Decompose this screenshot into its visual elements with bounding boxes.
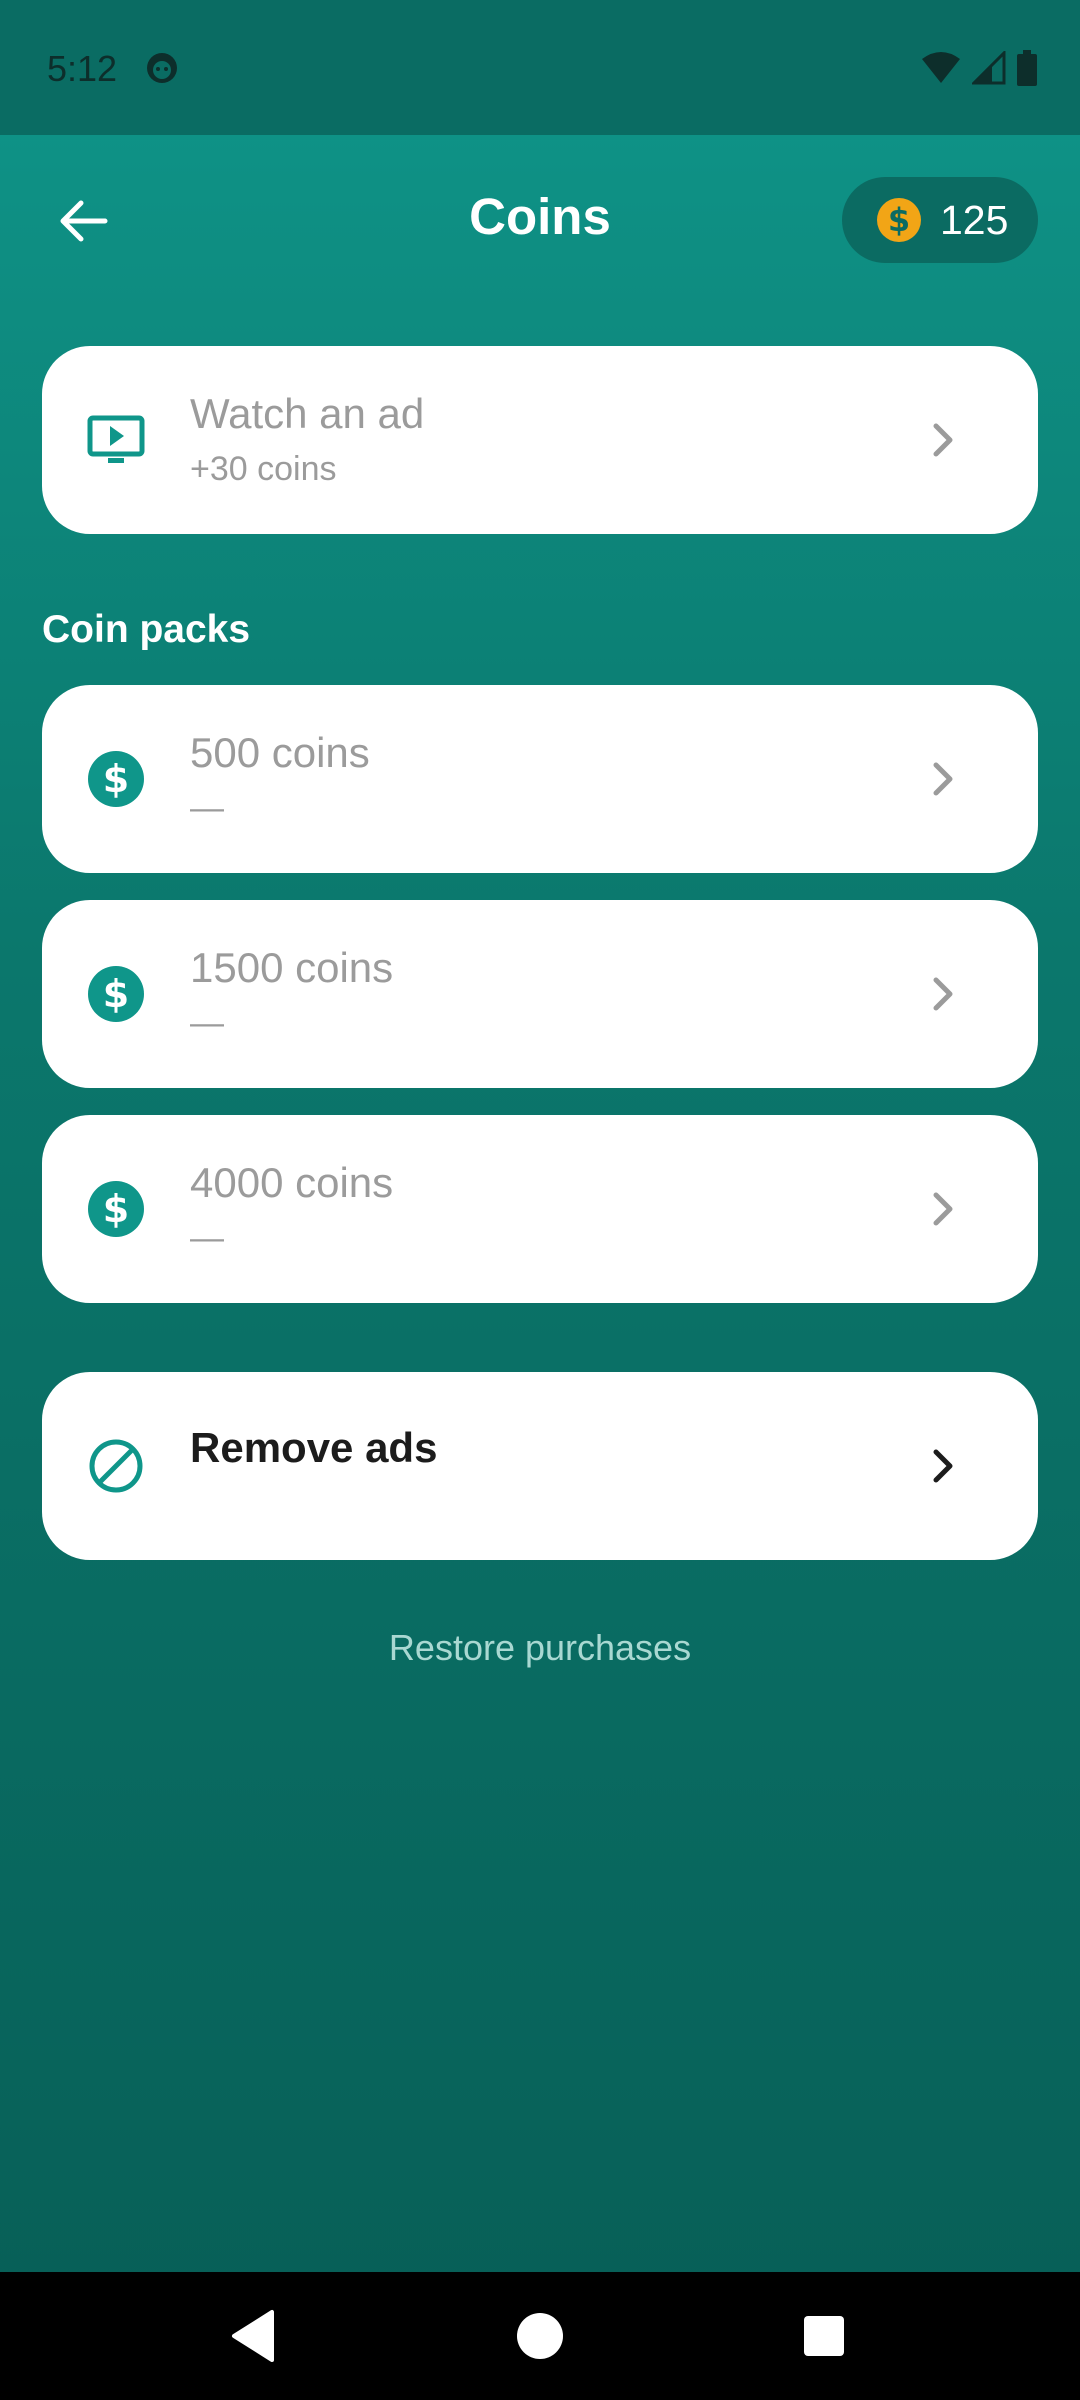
- remove-ads-card[interactable]: Remove ads: [42, 1372, 1038, 1560]
- watch-ad-card[interactable]: Watch an ad +30 coins: [42, 346, 1038, 534]
- nav-home-icon[interactable]: [508, 2304, 572, 2368]
- watch-ad-title: Watch an ad: [190, 390, 425, 437]
- coin-pack-500[interactable]: $ 500 coins —: [42, 685, 1038, 873]
- svg-text:$: $: [103, 972, 129, 1016]
- pack-price: —: [190, 789, 224, 827]
- app-bar: Coins $ 125: [0, 135, 1080, 305]
- dollar-coin-icon: $: [88, 966, 144, 1022]
- battery-icon: [1017, 50, 1037, 86]
- coin-packs-heading: Coin packs: [42, 608, 251, 651]
- chevron-right-icon: [933, 1449, 953, 1483]
- status-icons: [915, 50, 1038, 86]
- coin-balance-value: 125: [940, 196, 1009, 243]
- wifi-icon: [922, 52, 961, 83]
- system-nav-bar: [0, 2272, 1080, 2400]
- pack-title: 500 coins: [190, 729, 370, 776]
- status-time: 5:12: [47, 48, 118, 89]
- dollar-coin-icon: $: [877, 198, 921, 242]
- dollar-coin-icon: $: [88, 1181, 144, 1237]
- block-icon: [89, 1439, 143, 1493]
- chevron-right-icon: [933, 762, 953, 796]
- tv-play-icon: [87, 415, 145, 463]
- coin-pack-4000[interactable]: $ 4000 coins —: [42, 1115, 1038, 1303]
- svg-text:$: $: [888, 201, 910, 239]
- chevron-right-icon: [933, 977, 953, 1011]
- svg-text:$: $: [103, 1187, 129, 1231]
- status-bar: 5:12: [0, 0, 1080, 135]
- pack-price: —: [190, 1004, 224, 1042]
- chevron-right-icon: [933, 1192, 953, 1226]
- pack-title: 4000 coins: [190, 1159, 394, 1206]
- coin-balance: $ 125: [842, 177, 1038, 263]
- svg-text:$: $: [103, 757, 129, 801]
- remove-ads-title: Remove ads: [190, 1424, 438, 1471]
- pack-title: 1500 coins: [190, 944, 394, 991]
- notification-face-icon: [147, 53, 177, 83]
- coin-pack-1500[interactable]: $ 1500 coins —: [42, 900, 1038, 1088]
- nav-back-icon[interactable]: [224, 2304, 288, 2368]
- pack-price: —: [190, 1219, 224, 1257]
- chevron-right-icon: [933, 423, 953, 457]
- dollar-coin-icon: $: [88, 751, 144, 807]
- cell-signal-icon: [971, 51, 1006, 85]
- nav-recents-icon[interactable]: [792, 2304, 856, 2368]
- restore-purchases-link[interactable]: Restore purchases: [0, 1627, 1080, 1669]
- watch-ad-subtitle: +30 coins: [190, 450, 337, 488]
